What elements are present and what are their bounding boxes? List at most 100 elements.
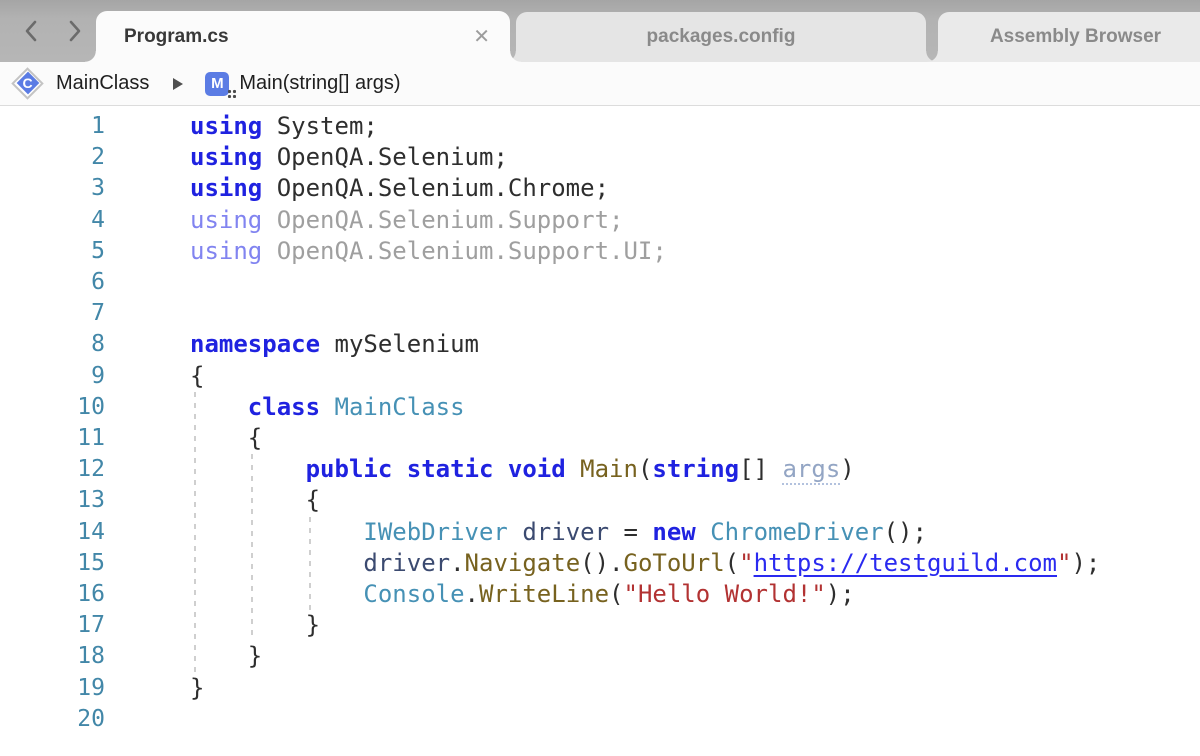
code-token: } <box>190 642 262 670</box>
code-editor[interactable]: 1using System;2using OpenQA.Selenium;3us… <box>0 106 1200 755</box>
code-line[interactable]: 13 { <box>0 485 1200 516</box>
url-link[interactable]: https://testguild.com <box>754 549 1057 577</box>
tab-title: Program.cs <box>124 26 461 48</box>
tab-title: Assembly Browser <box>990 26 1161 48</box>
line-number[interactable]: 9 <box>0 361 105 392</box>
tab-packages-config[interactable]: packages.config <box>516 12 926 62</box>
code-token: static <box>407 455 494 483</box>
code-token: OpenQA.Selenium; <box>262 143 508 171</box>
code-line-content: using OpenQA.Selenium.Chrome; <box>105 173 609 204</box>
nav-forward-button[interactable] <box>64 18 86 44</box>
code-line[interactable]: 7 <box>0 298 1200 329</box>
line-number[interactable]: 16 <box>0 579 105 610</box>
code-line-content <box>105 267 190 298</box>
class-icon-letter: C <box>10 66 45 101</box>
line-number[interactable]: 17 <box>0 610 105 641</box>
code-line[interactable]: 20 <box>0 704 1200 735</box>
code-token: ); <box>1071 549 1100 577</box>
tab-assembly-browser[interactable]: Assembly Browser <box>938 12 1200 62</box>
nav-back-button[interactable] <box>20 18 42 44</box>
breadcrumb: C MainClass M Main(string[] args) <box>0 62 1200 106</box>
code-token: } <box>190 611 320 639</box>
method-icon: M <box>205 72 229 96</box>
line-number[interactable]: 4 <box>0 205 105 236</box>
code-line[interactable]: 18 } <box>0 641 1200 672</box>
code-token: string <box>652 455 739 483</box>
line-number[interactable]: 1 <box>0 111 105 142</box>
code-token: { <box>190 424 262 452</box>
code-line[interactable]: 4using OpenQA.Selenium.Support; <box>0 205 1200 236</box>
line-number[interactable]: 3 <box>0 173 105 204</box>
code-token: driver <box>522 518 609 546</box>
code-line[interactable]: 16 Console.WriteLine("Hello World!"); <box>0 579 1200 610</box>
line-number[interactable]: 20 <box>0 704 105 735</box>
code-token: " <box>739 549 753 577</box>
indent-guide <box>194 392 196 673</box>
line-number[interactable]: 19 <box>0 673 105 704</box>
code-token: { <box>190 362 204 390</box>
line-number[interactable]: 7 <box>0 298 105 329</box>
line-number[interactable]: 10 <box>0 392 105 423</box>
class-icon: C <box>10 66 46 102</box>
code-token: GoToUrl <box>624 549 725 577</box>
line-number[interactable]: 14 <box>0 517 105 548</box>
code-token: OpenQA.Selenium.Chrome; <box>262 174 609 202</box>
line-number[interactable]: 18 <box>0 641 105 672</box>
code-line[interactable]: 1using System; <box>0 111 1200 142</box>
code-line-content <box>105 704 190 735</box>
line-number[interactable]: 15 <box>0 548 105 579</box>
line-number[interactable]: 2 <box>0 142 105 173</box>
line-number[interactable]: 8 <box>0 329 105 360</box>
breadcrumb-method-item[interactable]: Main(string[] args) <box>239 72 400 95</box>
code-token: Console <box>363 580 464 608</box>
code-token: (). <box>580 549 623 577</box>
code-line[interactable]: 19} <box>0 673 1200 704</box>
code-token <box>190 393 248 421</box>
code-line-content: Console.WriteLine("Hello World!"); <box>105 579 855 610</box>
code-token: WriteLine <box>479 580 609 608</box>
code-line-content: IWebDriver driver = new ChromeDriver(); <box>105 517 927 548</box>
code-token: { <box>190 486 320 514</box>
breadcrumb-class-item[interactable]: MainClass <box>56 72 149 95</box>
line-number[interactable]: 6 <box>0 267 105 298</box>
code-line[interactable]: 14 IWebDriver driver = new ChromeDriver(… <box>0 517 1200 548</box>
code-token: . <box>450 549 464 577</box>
code-line[interactable]: 11 { <box>0 423 1200 454</box>
code-token: ChromeDriver <box>710 518 883 546</box>
close-icon[interactable]: ✕ <box>473 27 490 47</box>
breadcrumb-separator-icon <box>173 78 183 90</box>
code-token <box>493 455 507 483</box>
code-token: IWebDriver <box>363 518 508 546</box>
code-line[interactable]: 5using OpenQA.Selenium.Support.UI; <box>0 236 1200 267</box>
code-line[interactable]: 8namespace mySelenium <box>0 329 1200 360</box>
method-icon-dots <box>227 89 236 98</box>
line-number[interactable]: 12 <box>0 454 105 485</box>
code-token: [] <box>739 455 782 483</box>
line-number[interactable]: 11 <box>0 423 105 454</box>
code-line[interactable]: 9{ <box>0 361 1200 392</box>
code-line[interactable]: 6 <box>0 267 1200 298</box>
code-token: class <box>248 393 320 421</box>
line-number[interactable]: 13 <box>0 485 105 516</box>
chevron-left-icon <box>23 19 39 43</box>
code-line-content: using OpenQA.Selenium.Support; <box>105 205 623 236</box>
indent-guide <box>251 454 253 641</box>
code-line-content: driver.Navigate().GoToUrl("https://testg… <box>105 548 1100 579</box>
code-line[interactable]: 10 class MainClass <box>0 392 1200 423</box>
code-line[interactable]: 2using OpenQA.Selenium; <box>0 142 1200 173</box>
code-token: using <box>190 237 262 265</box>
code-token <box>190 518 363 546</box>
tab-program-cs[interactable]: Program.cs ✕ <box>96 11 510 62</box>
code-line-content: } <box>105 673 204 704</box>
code-token <box>190 580 363 608</box>
code-line[interactable]: 3using OpenQA.Selenium.Chrome; <box>0 173 1200 204</box>
code-token: ( <box>609 580 623 608</box>
code-line[interactable]: 17 } <box>0 610 1200 641</box>
code-token <box>320 393 334 421</box>
code-line-content: using OpenQA.Selenium; <box>105 142 508 173</box>
code-line[interactable]: 12 public static void Main(string[] args… <box>0 454 1200 485</box>
code-line[interactable]: 15 driver.Navigate().GoToUrl("https://te… <box>0 548 1200 579</box>
line-number[interactable]: 5 <box>0 236 105 267</box>
code-token <box>508 518 522 546</box>
code-token: driver <box>363 549 450 577</box>
